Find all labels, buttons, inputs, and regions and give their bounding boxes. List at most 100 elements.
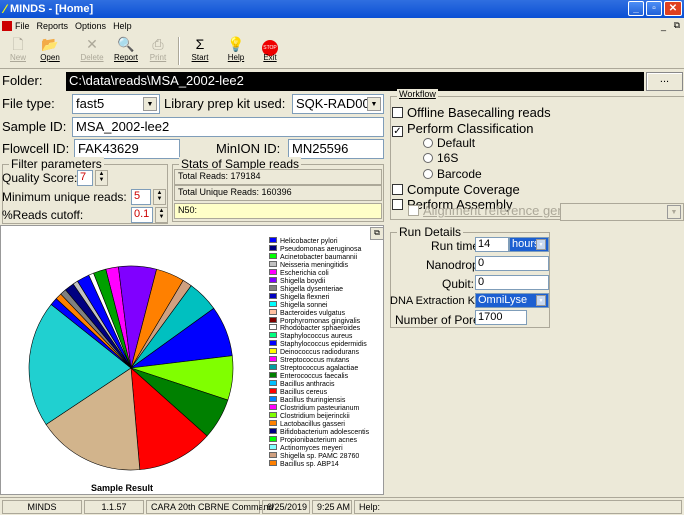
status-organization: CARA 20th CBRNE Command — [146, 500, 274, 514]
quality-score-spinner[interactable]: ▲ ▼ — [95, 170, 108, 186]
stop-icon: STOP — [254, 35, 286, 56]
min-unique-reads-spinner[interactable]: ▲ ▼ — [153, 189, 166, 205]
legend-label: Bacteroides vulgatus — [280, 309, 345, 317]
run-details-group: Run Details Run time: 14 hours ▼ Nanodrop… — [390, 225, 550, 328]
print-button[interactable]: ⎙ Print — [142, 35, 174, 67]
compute-coverage-checkbox[interactable]: Compute Coverage — [392, 182, 520, 197]
status-date: 6/25/2019 — [262, 500, 310, 514]
legend-label: Bacillus thuringiensis — [280, 397, 346, 404]
legend-swatch — [269, 300, 277, 307]
compute-coverage-label: Compute Coverage — [407, 182, 520, 197]
maximize-button[interactable]: ▫ — [646, 1, 662, 16]
run-time-unit-select[interactable]: hours ▼ — [509, 237, 549, 252]
chevron-down-icon[interactable]: ▼ — [536, 295, 546, 306]
reads-cutoff-label: %Reads cutoff: — [2, 208, 84, 222]
new-button[interactable]: 🗋 New — [2, 35, 34, 67]
browse-folder-button[interactable]: ... — [646, 72, 683, 91]
legend-swatch — [269, 443, 277, 450]
legend-label: Actinomyces meyeri — [280, 444, 343, 452]
radio-icon — [423, 169, 433, 179]
chart-title: Sample Result — [91, 483, 154, 493]
barcode-radio-label: Barcode — [437, 167, 482, 181]
checkbox-unchecked-icon — [392, 107, 403, 118]
toolbar: 🗋 New 📂 Open ✕ Delete 🔍 Report ⎙ Print Σ Start… — [0, 33, 684, 69]
alignment-reference-select[interactable]: ▼ — [560, 203, 684, 221]
sample-id-field[interactable]: MSA_2002-lee2 — [72, 117, 384, 137]
perform-classification-label: Perform Classification — [407, 121, 534, 136]
nanodrop-field[interactable]: 0 — [475, 256, 549, 271]
child-minimize-button[interactable]: _ — [661, 21, 666, 31]
reads-cutoff-field[interactable]: 0.1 — [131, 207, 153, 223]
qubit-field[interactable]: 0 — [475, 275, 549, 290]
legend-label: Escherichia coli — [280, 269, 329, 277]
legend-swatch — [269, 364, 277, 371]
quality-score-label: Quality Score: — [2, 171, 78, 185]
menu-options[interactable]: Options — [75, 21, 106, 31]
menu-file[interactable]: File — [15, 21, 30, 31]
folder-row: Folder: C:\data\reads\MSA_2002-lee2 ... — [0, 70, 684, 92]
checkbox-disabled-icon — [408, 205, 419, 216]
help-button[interactable]: 💡 Help — [220, 35, 252, 67]
legend-swatch — [269, 427, 277, 434]
legend-swatch — [269, 308, 277, 315]
legend-label: Deinococcus radiodurans — [280, 349, 359, 357]
chevron-down-icon[interactable]: ▼ — [667, 205, 681, 219]
16s-radio[interactable]: 16S — [423, 151, 458, 165]
radio-icon — [423, 153, 433, 163]
minimize-button[interactable]: _ — [628, 1, 644, 16]
minion-field[interactable]: MN25596 — [288, 139, 384, 159]
status-app: MINDS — [2, 500, 82, 514]
menu-reports[interactable]: Reports — [37, 21, 69, 31]
offline-basecalling-label: Offline Basecalling reads — [407, 105, 551, 120]
delete-button[interactable]: ✕ Delete — [76, 35, 108, 67]
document-icon — [2, 20, 12, 31]
dna-kit-select[interactable]: OmniLyse ▼ — [475, 293, 549, 308]
close-button[interactable]: ✕ — [664, 1, 682, 16]
exit-button[interactable]: STOP Exit — [254, 35, 286, 67]
perform-classification-checkbox[interactable]: ✓ Perform Classification — [392, 121, 533, 137]
legend-swatch — [269, 244, 277, 251]
quality-score-field[interactable]: 7 — [77, 170, 93, 186]
stats-group: Stats of Sample reads Total Reads: 17918… — [172, 157, 384, 222]
legend-swatch — [269, 459, 277, 466]
run-details-title: Run Details — [397, 225, 464, 239]
offline-basecalling-checkbox[interactable]: Offline Basecalling reads — [392, 105, 551, 120]
legend-label: Streptococcus mutans — [280, 357, 350, 365]
library-kit-select[interactable]: SQK-RAD004 ▼ — [292, 94, 384, 114]
legend-label: Propionibacterium acnes — [280, 436, 358, 444]
chevron-down-icon[interactable]: ▼ — [367, 97, 381, 111]
legend-label: Streptococcus agalactiae — [280, 365, 359, 373]
chevron-down-icon[interactable]: ▼ — [536, 239, 546, 250]
legend-label: Bacillus sp. ABP14 — [280, 460, 339, 468]
default-radio-label: Default — [437, 136, 476, 150]
legend-swatch — [269, 419, 277, 426]
legend-swatch — [269, 332, 277, 339]
legend-label: Rhodobacter sphaeroides — [280, 325, 361, 333]
start-button[interactable]: Σ Start — [184, 35, 216, 67]
folder-label: Folder: — [2, 73, 43, 88]
report-button[interactable]: 🔍 Report — [110, 35, 142, 67]
legend-swatch — [269, 356, 277, 363]
file-type-select[interactable]: fast5 ▼ — [72, 94, 160, 114]
default-radio[interactable]: Default — [423, 136, 475, 150]
folder-field[interactable]: C:\data\reads\MSA_2002-lee2 — [66, 72, 644, 91]
legend-swatch — [269, 396, 277, 402]
legend-swatch — [269, 292, 277, 299]
open-button[interactable]: 📂 Open — [34, 35, 66, 67]
copy-chart-icon[interactable]: ⧉ — [370, 227, 384, 240]
barcode-radio[interactable]: Barcode — [423, 167, 482, 181]
total-unique-reads-field: Total Unique Reads: 160396 — [174, 185, 382, 201]
legend-swatch — [269, 451, 277, 458]
run-time-field[interactable]: 14 — [475, 237, 509, 252]
min-unique-reads-field[interactable]: 5 — [131, 189, 151, 205]
chevron-down-icon[interactable]: ▼ — [143, 97, 157, 111]
status-bar: MINDS 1.1.57 CARA 20th CBRNE Command 6/2… — [0, 497, 684, 515]
legend-swatch — [269, 260, 277, 267]
menu-help[interactable]: Help — [113, 21, 132, 31]
pores-field[interactable]: 1700 — [475, 310, 527, 325]
child-restore-button[interactable]: ⧉ — [674, 20, 680, 31]
flowcell-field[interactable]: FAK43629 — [74, 139, 180, 159]
reads-cutoff-spinner[interactable]: ▲ ▼ — [155, 207, 168, 223]
legend-label: Pseudomonas aeruginosa — [280, 245, 362, 253]
legend-label: Shigella sonnei — [280, 301, 328, 309]
